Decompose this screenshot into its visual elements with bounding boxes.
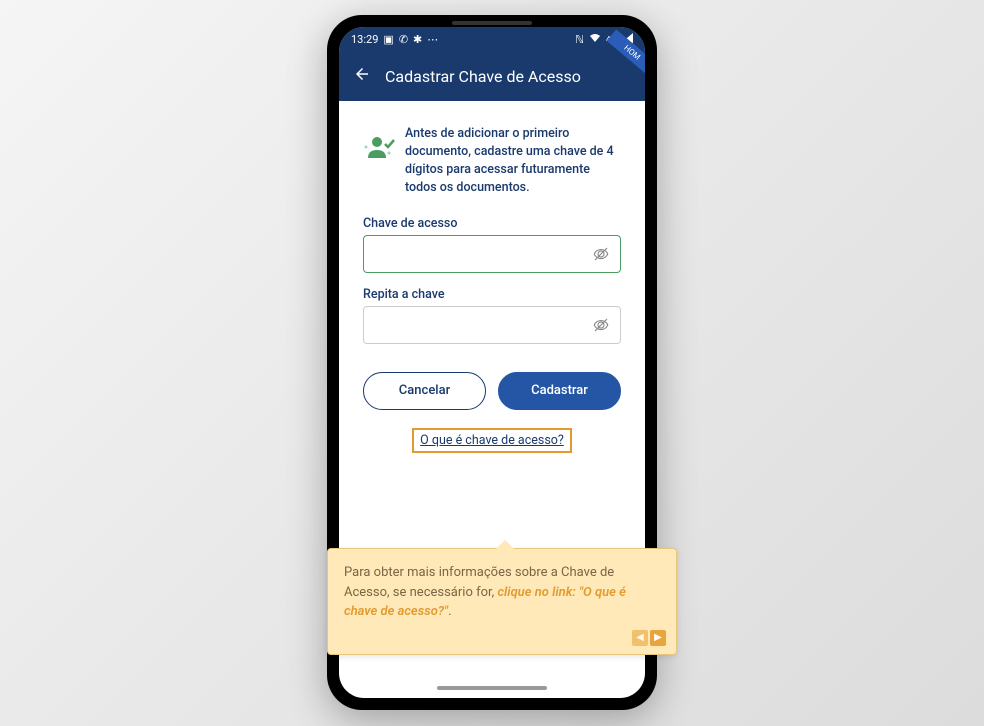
intro-block: Antes de adicionar o primeiro documento,… <box>363 125 621 198</box>
nfc-icon: ℕ <box>575 33 584 46</box>
intro-text: Antes de adicionar o primeiro documento,… <box>405 125 621 198</box>
home-indicator[interactable] <box>437 686 547 690</box>
ellipsis-icon: ⋯ <box>427 33 438 46</box>
button-row: Cancelar Cadastrar <box>363 372 621 410</box>
tooltip-next-button[interactable]: ▶ <box>650 630 666 646</box>
more-icon: ✱ <box>413 33 422 46</box>
help-link-wrap: O que é chave de acesso? <box>363 428 621 453</box>
tutorial-tooltip: Para obter mais informações sobre a Chav… <box>327 548 677 655</box>
content-area: Antes de adicionar o primeiro documento,… <box>339 101 645 453</box>
submit-button[interactable]: Cadastrar <box>498 372 621 410</box>
help-link[interactable]: O que é chave de acesso? <box>412 428 572 453</box>
screenshot-icon: ▣ <box>383 33 393 46</box>
repeat-key-input[interactable] <box>364 317 592 332</box>
whatsapp-icon: ✆ <box>399 33 408 46</box>
status-time: 13:29 <box>351 33 378 46</box>
tooltip-text-after: . <box>448 604 451 619</box>
field-access-key: Chave de acesso <box>363 216 621 273</box>
cancel-button[interactable]: Cancelar <box>363 372 486 410</box>
page-title: Cadastrar Chave de Acesso <box>385 67 581 86</box>
field-repeat-key: Repita a chave <box>363 287 621 344</box>
eye-off-icon[interactable] <box>592 316 620 334</box>
access-key-label: Chave de acesso <box>363 216 621 231</box>
back-arrow-icon[interactable] <box>353 65 371 87</box>
repeat-key-label: Repita a chave <box>363 287 621 302</box>
repeat-key-input-wrap[interactable] <box>363 306 621 344</box>
eye-off-icon[interactable] <box>592 245 620 263</box>
wifi-icon <box>589 33 601 46</box>
status-bar: 13:29 ▣ ✆ ✱ ⋯ ℕ 4G <box>339 27 645 51</box>
user-check-icon <box>363 131 395 163</box>
tooltip-prev-button[interactable]: ◀ <box>632 630 648 646</box>
app-header: Cadastrar Chave de Acesso HOM <box>339 51 645 101</box>
access-key-input[interactable] <box>364 246 592 261</box>
tooltip-nav: ◀ ▶ <box>632 630 666 646</box>
access-key-input-wrap[interactable] <box>363 235 621 273</box>
